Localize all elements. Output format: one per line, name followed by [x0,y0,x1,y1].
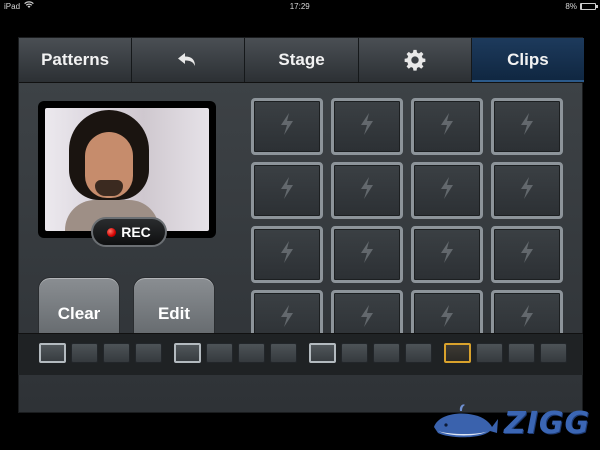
clip-pad[interactable] [331,162,403,219]
pattern-slot[interactable] [71,343,98,363]
lightning-icon [358,240,376,269]
lightning-icon [438,240,456,269]
clip-pad[interactable] [251,226,323,283]
pattern-slot[interactable] [39,343,66,363]
lightning-icon [358,176,376,205]
clip-pad[interactable] [491,98,563,155]
clear-label: Clear [57,304,101,323]
watermark: ZIGG [430,398,600,448]
tab-clips-label: Clips [507,50,549,69]
clip-pad[interactable] [411,162,483,219]
pattern-strip [18,333,583,375]
whale-logo-icon [430,401,500,446]
record-label: REC [121,224,151,240]
record-dot-icon [107,227,117,237]
tab-patterns-label: Patterns [41,50,110,69]
clip-pad[interactable] [251,98,323,155]
lightning-icon [358,112,376,141]
status-bar: iPad 17:29 8% [0,0,600,12]
clip-pad[interactable] [491,226,563,283]
pattern-slot[interactable] [103,343,130,363]
camera-preview-image [45,108,209,231]
pattern-slot[interactable] [270,343,297,363]
lightning-icon [278,240,296,269]
wifi-icon [24,1,34,11]
lightning-icon [518,304,536,333]
pattern-slot[interactable] [508,343,535,363]
undo-arrow-icon [177,52,199,68]
pattern-slot[interactable] [135,343,162,363]
pattern-slot[interactable] [476,343,503,363]
pattern-slot[interactable] [206,343,233,363]
watermark-text: ZIGG [504,405,591,441]
device-label: iPad [4,1,21,11]
clip-pad[interactable] [331,226,403,283]
lightning-icon [438,304,456,333]
pattern-slot[interactable] [444,343,471,363]
pattern-slot[interactable] [309,343,336,363]
gear-icon [404,49,426,71]
lightning-icon [518,176,536,205]
record-button[interactable]: REC [91,217,167,247]
pattern-slot[interactable] [373,343,400,363]
pattern-slot[interactable] [238,343,265,363]
pattern-slot[interactable] [341,343,368,363]
lightning-icon [278,112,296,141]
pattern-slot[interactable] [540,343,567,363]
lightning-icon [278,304,296,333]
lightning-icon [438,112,456,141]
lightning-icon [438,176,456,205]
lightning-icon [518,112,536,141]
clock: 17:29 [289,1,310,11]
tab-stage-label: Stage [278,50,325,69]
clip-pad[interactable] [411,98,483,155]
clip-pad[interactable] [411,226,483,283]
tab-undo[interactable] [132,38,246,82]
clip-pad[interactable] [251,162,323,219]
battery-icon [579,2,598,10]
tab-settings[interactable] [358,38,472,82]
tab-patterns[interactable]: Patterns [19,38,133,82]
pattern-slot[interactable] [405,343,432,363]
lightning-icon [518,240,536,269]
edit-label: Edit [157,304,191,323]
lightning-icon [278,176,296,205]
tab-clips[interactable]: Clips [471,38,585,82]
pattern-slot[interactable] [174,343,201,363]
clip-pad[interactable] [491,162,563,219]
top-nav: Patterns Stage Clips [19,38,585,83]
tab-stage[interactable]: Stage [245,38,359,82]
clip-pad[interactable] [331,98,403,155]
lightning-icon [358,304,376,333]
battery-percent: 8% [565,1,577,11]
